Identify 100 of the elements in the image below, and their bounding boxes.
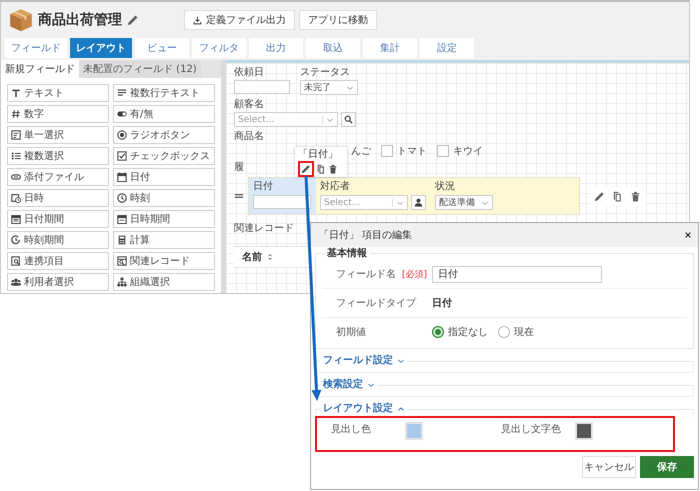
sidebar-tab[interactable]: 新規フィールド: [1, 60, 79, 78]
field-label: 顧客名: [234, 99, 265, 110]
required-mark: [必須]: [402, 268, 428, 280]
field-label: ステータス: [300, 67, 351, 78]
cancel-button[interactable]: キャンセル: [582, 456, 636, 478]
section-toggle[interactable]: レイアウト設定: [320, 403, 408, 415]
select-field[interactable]: 配送準備: [435, 195, 493, 210]
copy-icon: [316, 164, 326, 174]
user-button[interactable]: [411, 195, 426, 210]
search-button[interactable]: [341, 112, 356, 127]
toggle-icon: [117, 109, 127, 119]
tab[interactable]: フィルタ: [192, 38, 246, 58]
chevron-down-icon: [397, 357, 405, 365]
checkbox-label: キウイ: [453, 145, 483, 158]
chevron-down-icon: [392, 198, 404, 206]
tab[interactable]: フィールド: [5, 38, 67, 58]
row-cell[interactable]: 日付: [249, 178, 316, 214]
chevron-down-icon: [322, 116, 334, 124]
box-icon: [9, 8, 33, 32]
trash-icon: [630, 190, 641, 202]
close-button[interactable]: [684, 231, 692, 239]
close-icon: [684, 231, 692, 239]
search-icon: [344, 115, 353, 124]
field-label: 商品名: [234, 131, 265, 142]
header-button[interactable]: アプリに移動: [299, 10, 377, 30]
field-label: 見出し文字色: [501, 422, 562, 436]
calendar-clock-icon: [11, 193, 21, 203]
download-icon: [193, 16, 202, 24]
checkbox[interactable]: [381, 145, 393, 157]
dialog-title: 「日付」 項目の編集: [319, 228, 412, 242]
field-type-item[interactable]: 時刻: [113, 189, 215, 207]
drag-handle-icon: [234, 191, 244, 201]
field-type-item[interactable]: 日付期間: [7, 210, 109, 228]
select-field[interactable]: 未完了: [300, 80, 358, 95]
checkbox[interactable]: [437, 145, 449, 157]
tab[interactable]: 集計: [363, 38, 417, 58]
tab[interactable]: レイアウト: [70, 38, 132, 58]
field-type-item[interactable]: 日付: [113, 168, 215, 186]
trash-icon: [328, 164, 338, 174]
calendar-icon: [117, 172, 127, 182]
field-type-item[interactable]: 時刻期間: [7, 231, 109, 249]
copy-button[interactable]: [316, 164, 326, 174]
lines-icon: [117, 88, 127, 98]
field-type-item[interactable]: 複数選択: [7, 147, 109, 165]
field-type-item[interactable]: チェックボックス: [113, 147, 215, 165]
edit-button[interactable]: [301, 164, 311, 174]
field-type-item[interactable]: 数字: [7, 105, 109, 123]
tab[interactable]: ビュー: [135, 38, 189, 58]
field-type-item[interactable]: 添付ファイル: [7, 168, 109, 186]
field-type-item[interactable]: 単一選択: [7, 126, 109, 144]
field-label: 対応者: [320, 181, 351, 192]
input-field[interactable]: [234, 80, 290, 94]
radio-button[interactable]: [432, 326, 444, 338]
delete-button[interactable]: [328, 164, 338, 174]
calendar-icon: [11, 214, 21, 224]
field-type-item[interactable]: 連携項目: [7, 252, 109, 270]
section-label: 関連レコード: [234, 223, 294, 234]
field-type-item[interactable]: 組織選択: [113, 273, 215, 291]
field-type-item[interactable]: 計算: [113, 231, 215, 249]
radio-button[interactable]: [498, 326, 510, 338]
radio-label: 現在: [514, 326, 534, 339]
save-button[interactable]: 保存: [640, 456, 694, 478]
checklist-icon: [11, 151, 21, 161]
pencil-icon: [301, 164, 311, 174]
input-field[interactable]: 日付: [432, 266, 602, 282]
field-value: 日付: [432, 296, 452, 310]
field-type-item[interactable]: 関連レコード: [113, 252, 215, 270]
field-label: 見出し色: [331, 422, 372, 436]
tab[interactable]: 出力: [249, 38, 303, 58]
form-icon: [11, 130, 21, 140]
field-label: フィールド名: [336, 268, 397, 281]
sort-icon: [266, 253, 274, 261]
calculator-icon: [117, 235, 127, 245]
checkbox-label: トマト: [397, 145, 427, 158]
header-button[interactable]: 定義ファイル出力: [184, 10, 295, 30]
field-label: フィールドタイプ: [336, 296, 418, 310]
field-type-item[interactable]: ラジオボタン: [113, 126, 215, 144]
field-label: 初期値: [336, 326, 367, 339]
field-type-item[interactable]: 日時: [7, 189, 109, 207]
app-title: 商品出荷管理: [38, 11, 122, 29]
field-type-item[interactable]: 有/無: [113, 105, 215, 123]
color-swatch[interactable]: [407, 424, 421, 438]
section-toggle[interactable]: 検索設定: [320, 379, 378, 391]
users-icon: [11, 277, 21, 287]
tab[interactable]: 設定: [420, 38, 474, 58]
section-toggle[interactable]: フィールド設定: [320, 355, 408, 367]
field-type-item[interactable]: 日時期間: [113, 210, 215, 228]
input-field[interactable]: [253, 195, 311, 209]
checkbox-icon: [117, 151, 127, 161]
field-label: 依頼日: [234, 67, 265, 78]
field-label: 日付: [253, 181, 274, 192]
field-type-item[interactable]: 利用者選択: [7, 273, 109, 291]
section-label: 履: [234, 162, 244, 173]
color-swatch[interactable]: [577, 424, 591, 438]
field-type-item[interactable]: テキスト: [7, 84, 109, 102]
column-header[interactable]: 名前: [242, 250, 262, 264]
field-type-item[interactable]: 複数行テキスト: [113, 84, 215, 102]
tab[interactable]: 取込: [306, 38, 360, 58]
clock-icon: [11, 235, 21, 245]
sidebar-tab[interactable]: 未配置のフィールド (12): [79, 60, 201, 78]
